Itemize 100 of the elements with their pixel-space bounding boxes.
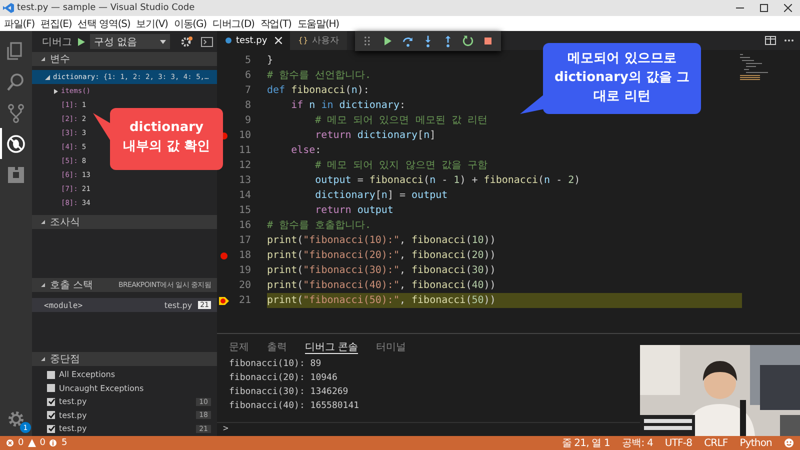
panel-tab[interactable]: 문제 — [229, 340, 249, 354]
code-line: # 메모 되어 있으면 메모된 값 리턴 — [314, 114, 488, 128]
code-line: return output — [314, 204, 394, 218]
checkbox[interactable] — [47, 424, 55, 433]
line-number: 11 — [238, 145, 251, 156]
caret-icon — [160, 40, 166, 44]
editor-tab[interactable]: test.py — [217, 31, 290, 50]
line-number: 5 — [244, 55, 251, 66]
breakpoint-label: test.py — [59, 424, 88, 434]
status-item[interactable]: UTF-8 — [664, 438, 692, 448]
configuration-dropdown[interactable]: 구성 없음 — [90, 34, 170, 49]
frame-file: test.py — [164, 300, 192, 310]
console-output-line: fibonacci(20): 10946 — [229, 372, 338, 385]
code-line: # 메모 되어 있지 않으면 값을 구함 — [314, 159, 488, 173]
menu-item[interactable]: 작업(T) — [260, 16, 292, 30]
panel-tab[interactable]: 디버그 콘솔 — [305, 340, 358, 354]
section-title: 변수 — [50, 53, 70, 66]
collapse-arrow-icon[interactable] — [40, 356, 46, 362]
line-number: 13 — [238, 175, 251, 186]
warning-icon — [28, 439, 36, 447]
status-item[interactable]: 줄 21, 열 1 — [562, 436, 610, 450]
start-debugging-icon[interactable] — [76, 36, 86, 46]
code-line: print("fibonacci(20):", fibonacci(20)) — [267, 249, 496, 263]
collapse-arrow-icon[interactable] — [40, 56, 46, 62]
maximize-icon — [760, 4, 768, 12]
breakpoint-icon[interactable] — [220, 252, 228, 260]
code-line: print("fibonacci(30):", fibonacci(30)) — [267, 264, 496, 278]
menu-item[interactable]: 선택 영역(S) — [78, 16, 130, 30]
checkbox[interactable] — [47, 370, 55, 379]
console-output-line: fibonacci(10): 89 — [229, 358, 322, 371]
callout-text: dictionary 내부의 값 확인 — [122, 119, 212, 156]
code-line: # 함수를 호출합니다. — [267, 219, 372, 233]
line-number: 20 — [238, 280, 251, 291]
close-icon[interactable] — [275, 37, 282, 44]
menu-item[interactable]: 이동(G) — [174, 16, 206, 30]
code-line: } — [267, 54, 274, 68]
menu-item[interactable]: 보기(V) — [136, 16, 168, 30]
console-output-line: fibonacci(30): 1346269 — [229, 386, 350, 399]
line-number: 9 — [244, 115, 251, 126]
error-count[interactable]: 0 — [18, 438, 24, 448]
checkbox[interactable] — [47, 398, 55, 406]
settings-file-icon: {} — [298, 36, 308, 45]
info-count[interactable]: 5 — [61, 438, 68, 448]
line-number: 16 — [238, 220, 251, 231]
collapse-arrow-icon[interactable] — [40, 282, 46, 288]
section-title: 중단점 — [50, 353, 80, 366]
console-output-line: fibonacci(40): 165580141 — [229, 400, 360, 413]
console-prompt: > — [223, 424, 228, 434]
code-line: else: — [290, 144, 322, 158]
checkbox[interactable] — [47, 384, 55, 392]
close-icon — [784, 4, 792, 12]
menu-item[interactable]: 파일(F) — [4, 16, 35, 30]
menu-item[interactable]: 디버그(D) — [212, 16, 254, 30]
code-line: if n in dictionary: — [290, 99, 406, 113]
status-item[interactable]: Python — [740, 438, 772, 448]
section-title: 조사식 — [50, 216, 80, 229]
line-number: 19 — [238, 265, 251, 276]
warning-count[interactable]: 0 — [40, 438, 46, 448]
status-item[interactable]: CRLF — [704, 438, 728, 448]
breakpoint-label: test.py — [59, 410, 88, 420]
expand-arrow-icon[interactable] — [52, 88, 59, 94]
restart-icon[interactable] — [461, 33, 475, 49]
code-line: # 함수를 선언합니다. — [267, 69, 372, 83]
checkbox[interactable] — [47, 411, 55, 420]
breakpoint-label: Uncaught Exceptions — [59, 384, 145, 393]
console-icon[interactable] — [201, 36, 213, 46]
editor-tab[interactable]: {} 사용자 — [290, 31, 348, 50]
callout-text: 메모되어 있으므로 dictionary의 값을 그 대로 리턴 — [553, 50, 691, 106]
menu-item[interactable]: 편집(E) — [40, 16, 72, 30]
error-icon — [6, 439, 14, 447]
line-number: 14 — [238, 190, 251, 201]
more-icon[interactable] — [784, 39, 794, 42]
status-item[interactable]: 공백: 4 — [622, 436, 653, 450]
line-number: 12 — [238, 160, 251, 171]
section-title: 호출 스택 — [50, 279, 94, 292]
settings-icon[interactable] — [180, 36, 193, 48]
frame-name: <module> — [44, 300, 84, 310]
panel-tab[interactable]: 출력 — [267, 340, 287, 354]
split-editor-icon[interactable] — [765, 36, 776, 45]
code-line: dictionary[n] = output — [314, 189, 448, 203]
code-line: return dictionary[n] — [314, 129, 436, 143]
app-logo-icon — [3, 3, 14, 13]
smiley-icon[interactable] — [784, 438, 794, 448]
line-number: 21 — [238, 295, 251, 306]
code-line: print("fibonacci(10):", fibonacci(10)) — [267, 234, 496, 248]
line-number: 17 — [238, 235, 251, 246]
code-line: def fibonacci(n): — [267, 84, 370, 98]
collapse-arrow-icon[interactable] — [44, 74, 51, 80]
line-number: 6 — [244, 70, 251, 81]
breakpoint-label: test.py — [59, 397, 88, 406]
line-number: 7 — [244, 85, 251, 96]
line-number: 18 — [238, 250, 251, 261]
panel-tab[interactable]: 터미널 — [376, 340, 406, 354]
collapse-arrow-icon[interactable] — [40, 219, 46, 225]
menu-item[interactable]: 도움말(H) — [297, 16, 339, 30]
breakpoint-label: All Exceptions — [59, 370, 116, 380]
python-file-icon — [225, 37, 232, 44]
line-number: 15 — [238, 205, 251, 216]
line-number: 10 — [238, 130, 251, 141]
info-icon — [49, 439, 58, 447]
